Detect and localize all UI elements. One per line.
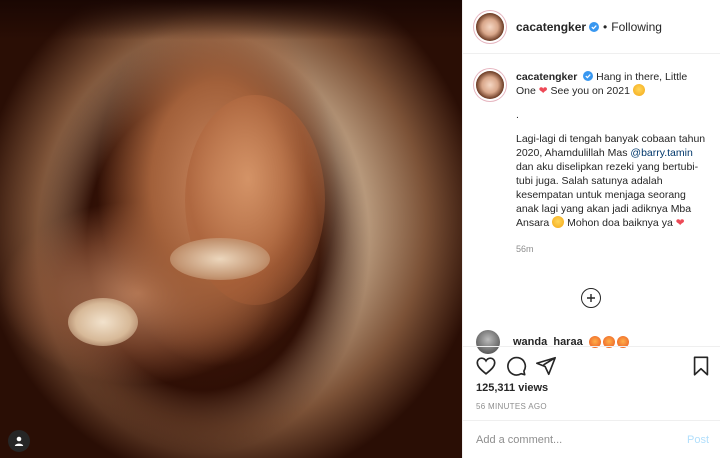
post-side-panel: cacatengker • Following cacatengker Hang… — [462, 0, 720, 458]
post-header: cacatengker • Following — [463, 0, 720, 54]
comment-compose: Post — [463, 420, 720, 458]
love-face-emoji-icon — [632, 84, 645, 96]
post-timestamp[interactable]: 56 MINUTES AGO — [476, 402, 547, 411]
person-tag-icon[interactable] — [8, 430, 30, 452]
comment-icon[interactable] — [505, 355, 527, 377]
caption-para-c: Mohon doa baiknya ya — [567, 217, 673, 229]
comment-input[interactable] — [476, 433, 666, 446]
heart-icon[interactable] — [475, 355, 497, 377]
verified-badge-icon — [589, 21, 600, 32]
post-media-image[interactable] — [0, 0, 462, 458]
author-avatar[interactable] — [476, 12, 504, 41]
action-bar: 125,311 views 56 MINUTES AGO — [463, 346, 720, 416]
heart-emoji-icon: ❤ — [538, 85, 548, 97]
share-icon[interactable] — [535, 355, 557, 377]
separator-dot: • — [603, 19, 608, 34]
caption-timestamp[interactable]: 56m — [516, 242, 708, 256]
caption-paragraph: Lagi-lagi di tengah banyak cobaan tahun … — [516, 132, 708, 230]
caption-row: cacatengker Hang in there, Little One ❤ … — [476, 70, 708, 256]
caption-username[interactable]: cacatengker — [516, 71, 577, 83]
following-button[interactable]: Following — [611, 20, 662, 34]
mention-link[interactable]: @barry.tamin — [630, 147, 692, 159]
plus-circle-icon[interactable] — [581, 288, 601, 308]
verified-badge-icon — [583, 71, 594, 81]
heart-emoji-icon: ❤ — [675, 217, 685, 229]
author-username[interactable]: cacatengker — [516, 20, 586, 34]
post-button[interactable]: Post — [687, 434, 709, 446]
bookmark-icon[interactable] — [690, 355, 712, 377]
caption-line1-b: See you on 2021 — [550, 85, 630, 97]
smile-emoji-icon — [552, 216, 565, 228]
ultrasound-highlight — [170, 238, 270, 280]
ultrasound-highlight — [68, 298, 138, 346]
caption-avatar[interactable] — [476, 71, 504, 99]
caption-dot-line: . — [516, 109, 519, 121]
caption-text: cacatengker Hang in there, Little One ❤ … — [516, 70, 708, 256]
views-count[interactable]: 125,311 views — [476, 382, 548, 394]
media-shade — [0, 0, 462, 40]
